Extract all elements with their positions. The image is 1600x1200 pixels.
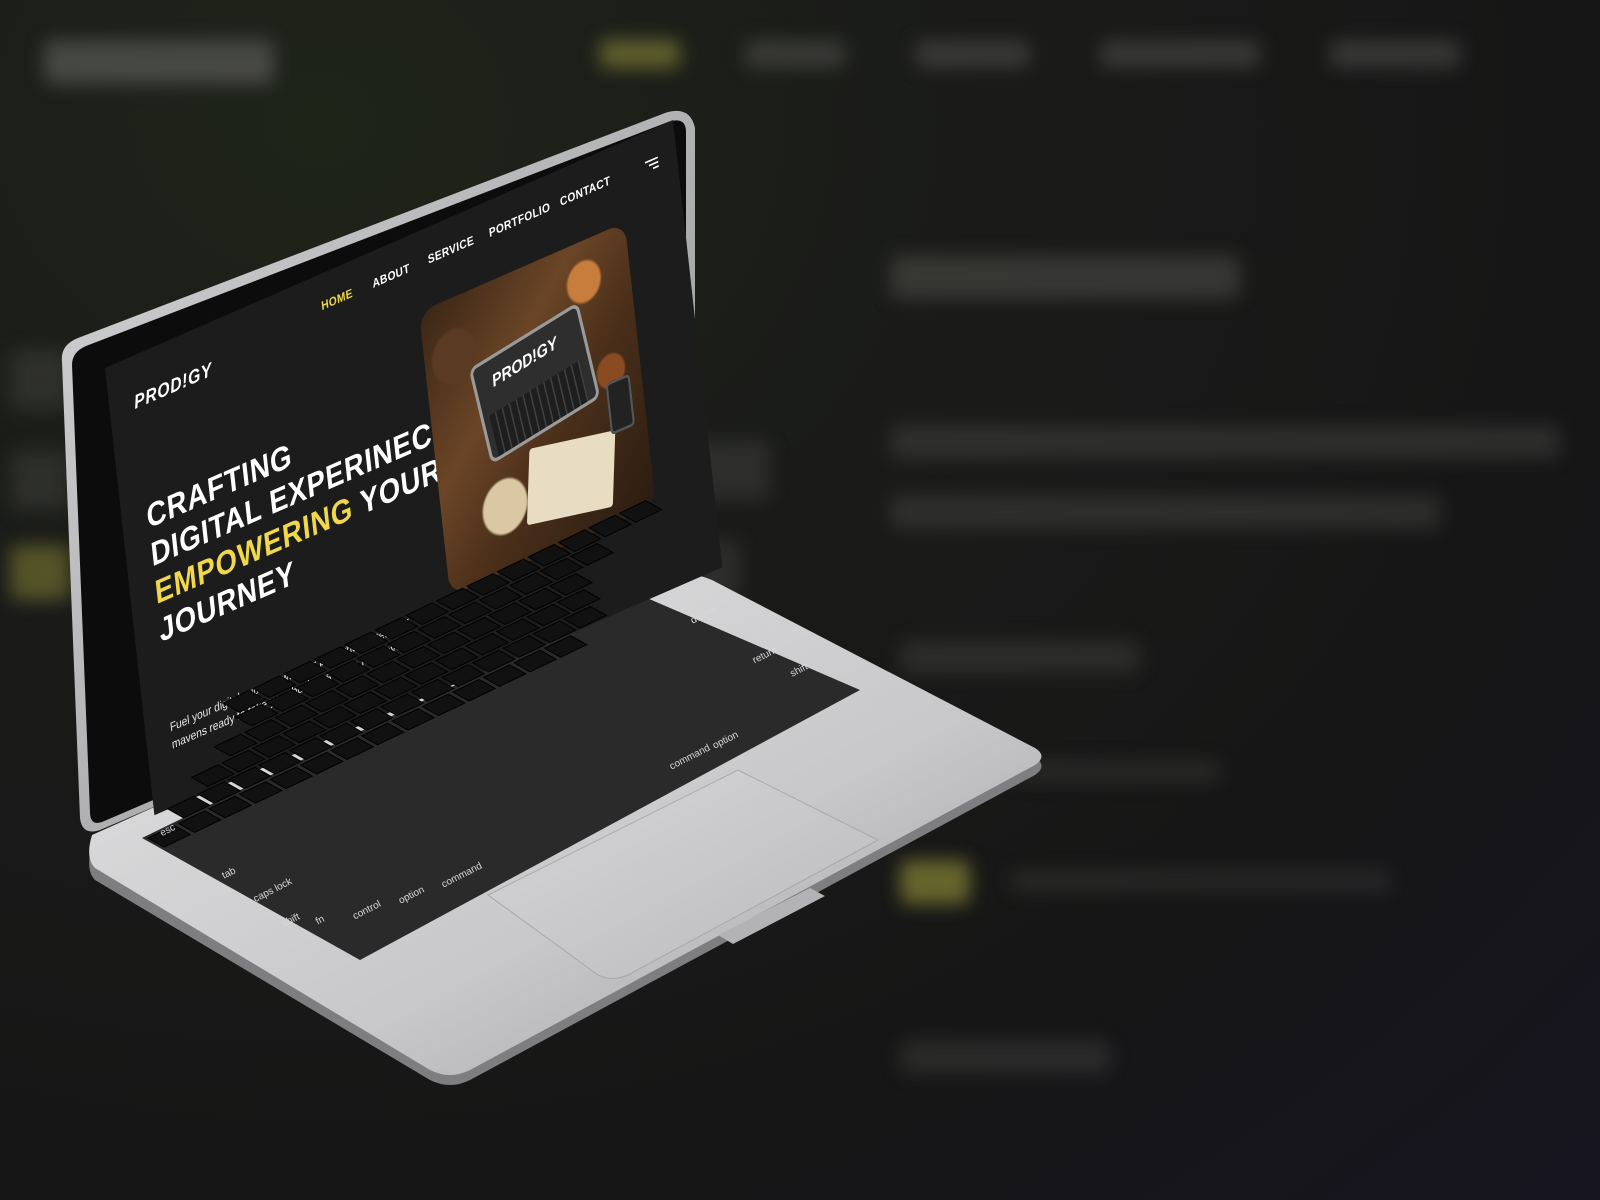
keyboard-key xyxy=(618,500,663,523)
laptop-mockup: PROD!GY HOME ABOUT SERVICE PORTFOLIO CON… xyxy=(0,0,1600,1200)
keyboard xyxy=(146,500,663,848)
keyboard-key xyxy=(587,514,633,538)
